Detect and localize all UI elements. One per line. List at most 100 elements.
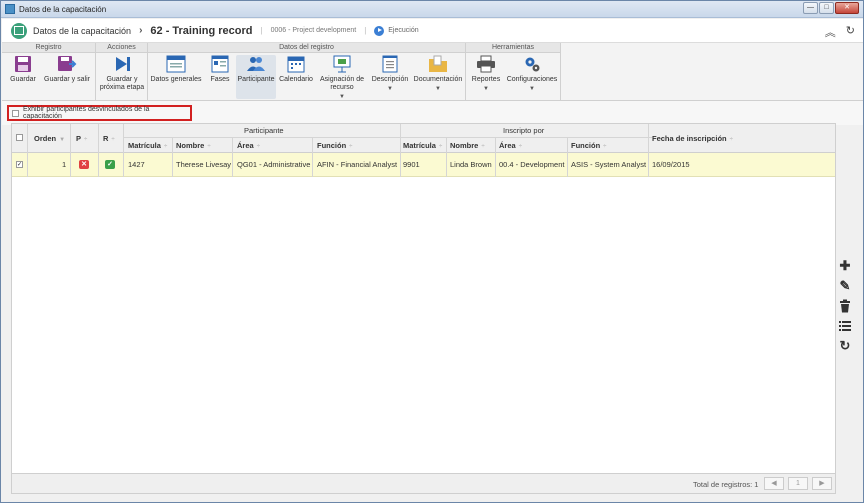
users-icon [247, 57, 265, 71]
table-row[interactable]: ✓ 1 ✕ ✓ 1427 Therese Livesay QG01 - Admi… [12, 153, 835, 177]
header-p-matricula[interactable]: Matrícula ÷ [128, 141, 167, 150]
app-icon [5, 4, 15, 14]
grid-footer: Total de registros: 1 ◀ 1 ▶ [11, 474, 836, 494]
header-i-area[interactable]: Área ÷ [499, 141, 522, 150]
header-i-nombre[interactable]: Nombre ÷ [450, 141, 485, 150]
header-p[interactable]: P ÷ [76, 134, 87, 143]
phases-icon [211, 55, 229, 73]
header-group-inscripto: Inscripto por [503, 126, 545, 135]
record-title: 62 - Training record [150, 24, 253, 37]
chevron-down-icon: ▼ [529, 86, 535, 92]
status-label: Ejecución [388, 27, 419, 34]
minimize-button[interactable]: — [803, 2, 818, 14]
breadcrumb-module[interactable]: Datos de la capacitación [33, 26, 131, 36]
check-status-icon: ✓ [105, 160, 115, 169]
header-p-funcion[interactable]: Función ÷ [317, 141, 352, 150]
page-number: 1 [788, 477, 808, 490]
cell-fecha: 16/09/2015 [652, 160, 690, 169]
group-registro: Registro Guardar Guardar y salir [2, 43, 96, 101]
group-label-registro: Registro [2, 43, 95, 53]
filter-bar: Exhibir participantes desvinculados de l… [2, 101, 863, 125]
header-group-participante: Participante [244, 126, 284, 135]
breadcrumb-separator: › [139, 25, 143, 36]
grid-header: Orden ▼ P ÷ R ÷ Participante Inscripto por … [12, 124, 835, 153]
next-page-button[interactable]: ▶ [812, 477, 832, 490]
header-fecha[interactable]: Fecha de inscripción ÷ [652, 134, 733, 143]
group-label-herramientas: Herramientas [466, 43, 560, 53]
description-button[interactable]: Descripción ▼ [370, 55, 410, 93]
grid-action-sidebar: ✚ ✎ ↻ [838, 259, 854, 359]
refresh-header-icon[interactable]: ↻ [846, 24, 855, 40]
checkbox-box[interactable] [12, 109, 19, 117]
next-stage-icon [116, 57, 130, 71]
folder-icon [429, 55, 447, 72]
refresh-icon[interactable]: ↻ [838, 339, 852, 353]
cell-i-area: 00.4 - Development [499, 160, 565, 169]
chevron-down-icon: ▼ [339, 94, 345, 100]
cell-orden: 1 [62, 160, 67, 169]
reports-button[interactable]: Reportes ▼ [468, 55, 504, 93]
presentation-icon [333, 55, 351, 73]
close-button[interactable]: ✕ [835, 2, 859, 14]
checkbox-label: Exhibir participantes desvinculados de l… [22, 106, 150, 120]
cell-p-matricula: 1427 [128, 160, 145, 169]
project-label: 0006 - Project development [270, 27, 357, 34]
add-icon[interactable]: ✚ [838, 259, 852, 273]
show-unlinked-participants-checkbox[interactable]: Exhibir participantes desvinculados de l… [7, 105, 192, 121]
group-herramientas: Herramientas Reportes ▼ Configuraciones … [466, 43, 561, 101]
cell-p-funcion: AFIN - Financial Analyst [317, 160, 398, 169]
settings-button[interactable]: Configuraciones ▼ [506, 55, 558, 93]
cell-i-nombre: Linda Brown [450, 160, 492, 169]
cell-p-area: QG01 - Administrative [237, 160, 311, 169]
general-data-button[interactable]: Datos generales [150, 55, 202, 84]
row-checkbox[interactable]: ✓ [16, 161, 23, 168]
cell-p-nombre: Therese Livesay [176, 160, 232, 169]
printer-icon [477, 55, 495, 73]
chevron-down-icon: ▼ [387, 86, 393, 92]
calendar-icon [287, 56, 305, 73]
chevron-down-icon: ▼ [483, 86, 489, 92]
gears-icon [525, 57, 540, 72]
list-icon[interactable] [838, 319, 852, 333]
header-orden[interactable]: Orden ▼ [34, 134, 65, 143]
header-i-funcion[interactable]: Función ÷ [571, 141, 606, 150]
participants-grid: Orden ▼ P ÷ R ÷ Participante Inscripto por … [11, 123, 836, 474]
save-icon [15, 56, 31, 72]
group-datos-registro: Datos del registro Datos generales Fases… [148, 43, 466, 101]
header-p-area[interactable]: Área ÷ [237, 141, 260, 150]
group-label-acciones: Acciones [96, 43, 147, 53]
training-module-icon [11, 22, 27, 39]
group-acciones: Acciones Guardar y próxima etapa [96, 43, 148, 101]
x-status-icon: ✕ [79, 160, 89, 169]
save-and-exit-button[interactable]: Guardar y salir [42, 55, 92, 84]
title-bar: Datos de la capacitación — □ ✕ [1, 1, 863, 18]
status-indicator: Ejecución [374, 25, 419, 36]
select-all-checkbox[interactable] [16, 134, 23, 141]
header-p-nombre[interactable]: Nombre ÷ [176, 141, 211, 150]
documentation-button[interactable]: Documentación ▼ [412, 55, 464, 93]
phases-button[interactable]: Fases [206, 55, 234, 84]
collapse-icon[interactable]: ︽ [825, 24, 836, 40]
save-exit-icon [58, 56, 77, 71]
header-r[interactable]: R ÷ [103, 134, 115, 143]
record-header: Datos de la capacitación › 62 - Training… [2, 19, 863, 43]
chevron-down-icon: ▼ [435, 86, 441, 92]
trash-icon[interactable] [838, 299, 852, 313]
window-icon [166, 55, 186, 73]
save-button[interactable]: Guardar [6, 55, 40, 84]
maximize-button[interactable]: □ [819, 2, 834, 14]
participant-button[interactable]: Participante [236, 55, 276, 99]
edit-icon[interactable]: ✎ [838, 279, 852, 293]
previous-page-button[interactable]: ◀ [764, 477, 784, 490]
resource-allocation-button[interactable]: Asignación de recurso ▼ [316, 55, 368, 101]
header-i-matricula[interactable]: Matrícula ÷ [403, 141, 442, 150]
total-records: Total de registros: 1 [693, 480, 759, 489]
group-label-datos: Datos del registro [148, 43, 465, 53]
window-title: Datos de la capacitación [19, 4, 107, 14]
play-icon [374, 25, 385, 36]
calendar-button[interactable]: Calendario [278, 55, 314, 84]
notes-icon [382, 55, 398, 73]
cell-i-funcion: ASIS - System Analyst [571, 160, 647, 169]
save-next-stage-button[interactable]: Guardar y próxima etapa [98, 55, 146, 92]
ribbon-toolbar: Registro Guardar Guardar y salir Accione… [2, 43, 863, 101]
